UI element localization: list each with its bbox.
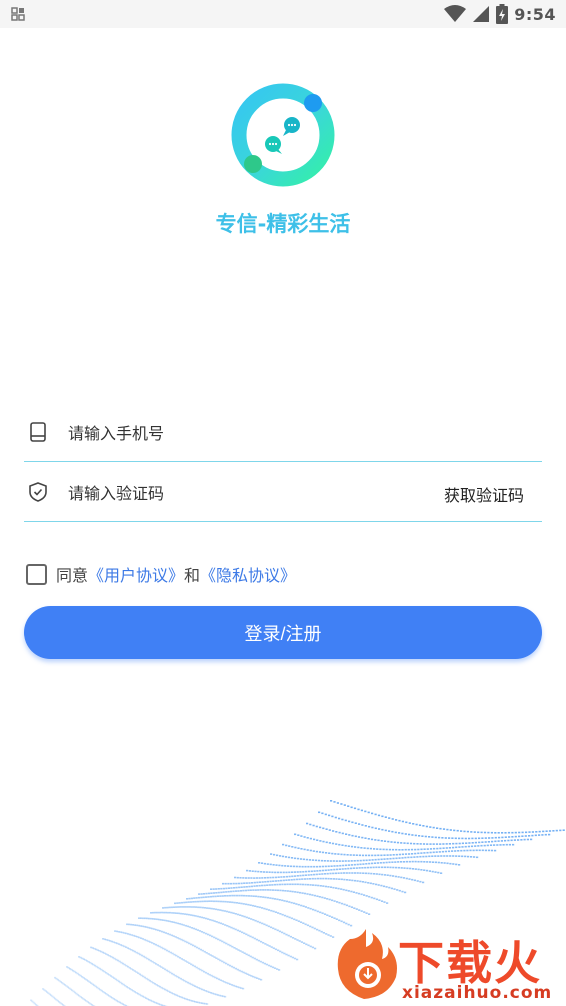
get-code-button[interactable]: 获取验证码 xyxy=(444,482,524,506)
agreement-row: 同意 《用户协议》 和 《隐私协议》 xyxy=(26,562,296,586)
chat-bubbles-ring-logo xyxy=(231,83,335,187)
agree-conjunction: 和 xyxy=(184,566,201,585)
agree-checkbox[interactable] xyxy=(26,563,47,585)
flame-download-logo xyxy=(337,929,397,999)
phone-field-row xyxy=(24,402,542,462)
battery-charging-icon xyxy=(496,4,509,24)
wifi-icon xyxy=(444,5,467,22)
status-time: 9:54 xyxy=(514,4,556,24)
signal-icon xyxy=(473,6,490,22)
user-agreement-link[interactable]: 《用户协议》 xyxy=(88,562,184,586)
privacy-agreement-link[interactable]: 《隐私协议》 xyxy=(200,562,296,586)
login-register-button[interactable]: 登录/注册 xyxy=(24,606,542,659)
watermark-domain: xiazaihuo.com xyxy=(402,983,553,1003)
code-input[interactable] xyxy=(68,480,368,506)
phone-input[interactable] xyxy=(68,420,368,446)
phone-icon xyxy=(30,422,46,442)
code-field-row: 获取验证码 xyxy=(24,462,542,522)
shield-check-icon xyxy=(29,482,47,502)
watermark: 下载火 xiazaihuo.com xyxy=(330,925,566,1006)
app-title: 专信-精彩生活 xyxy=(215,212,351,236)
status-bar: 9:54 xyxy=(0,0,566,28)
notification-grid-icon xyxy=(11,7,25,21)
agree-prefix: 同意 xyxy=(56,566,89,585)
